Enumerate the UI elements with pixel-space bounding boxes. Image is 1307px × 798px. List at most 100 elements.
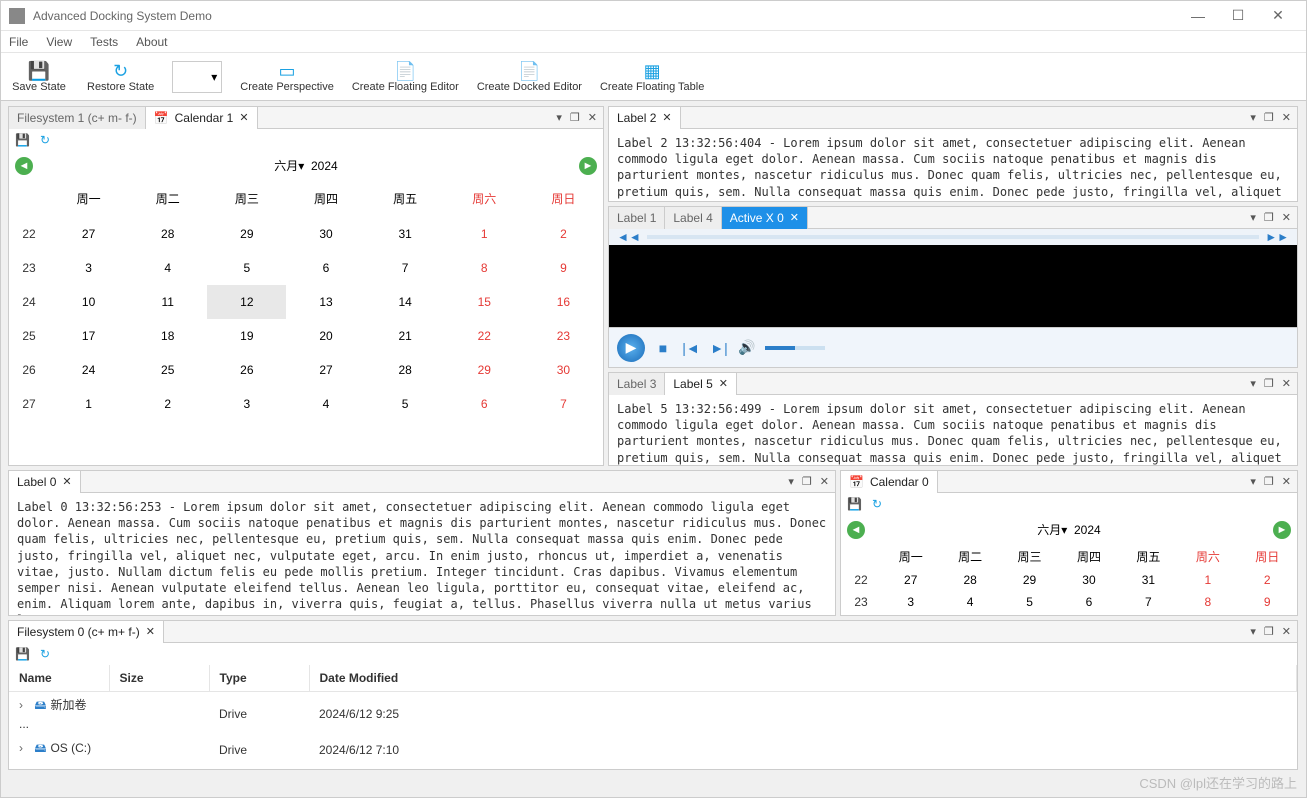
- calendar-day[interactable]: 8: [445, 251, 524, 285]
- calendar-day[interactable]: 7: [366, 251, 445, 285]
- calendar-day[interactable]: 27: [881, 569, 940, 591]
- calendar-day[interactable]: 8: [1178, 591, 1237, 613]
- close-icon[interactable]: ✕: [1282, 111, 1291, 124]
- calendar-day[interactable]: 30: [1059, 569, 1118, 591]
- seek-fwd-icon[interactable]: ►►: [1265, 230, 1289, 244]
- next-button[interactable]: ►|: [709, 338, 729, 358]
- chevron-right-icon[interactable]: ›: [19, 741, 31, 755]
- calendar-day[interactable]: 11: [128, 285, 207, 319]
- menu-tests[interactable]: Tests: [90, 35, 118, 49]
- calendar-day[interactable]: 20: [286, 319, 365, 353]
- create-floating-table-button[interactable]: ▦Create Floating Table: [600, 61, 704, 93]
- close-icon[interactable]: ✕: [790, 211, 799, 224]
- prev-month-button[interactable]: ◄: [15, 157, 33, 175]
- calendar-day[interactable]: 29: [445, 353, 524, 387]
- calendar-day[interactable]: 27: [286, 353, 365, 387]
- calendar-day[interactable]: 3: [207, 387, 286, 421]
- calendar-day[interactable]: 31: [1119, 569, 1178, 591]
- restore-state-button[interactable]: ↻Restore State: [87, 61, 154, 93]
- calendar-day[interactable]: 31: [366, 217, 445, 251]
- play-button[interactable]: ▶: [617, 334, 645, 362]
- calendar-day[interactable]: 6: [286, 251, 365, 285]
- calendar-day[interactable]: 15: [445, 285, 524, 319]
- create-docked-editor-button[interactable]: 📄Create Docked Editor: [477, 61, 582, 93]
- menu-file[interactable]: File: [9, 35, 28, 49]
- save-icon[interactable]: 💾: [847, 497, 862, 511]
- calendar-day[interactable]: 17: [49, 319, 128, 353]
- menu-icon[interactable]: ▾: [788, 475, 794, 488]
- tab-label0[interactable]: Label 0✕: [9, 471, 81, 493]
- calendar-day[interactable]: 30: [524, 353, 603, 387]
- calendar-day[interactable]: 24: [49, 353, 128, 387]
- close-icon[interactable]: ✕: [1282, 211, 1291, 224]
- col-type[interactable]: Type: [209, 665, 309, 692]
- menu-icon[interactable]: ▾: [1250, 377, 1256, 390]
- close-icon[interactable]: ✕: [146, 625, 155, 638]
- tab-label4[interactable]: Label 4: [665, 207, 721, 229]
- menu-view[interactable]: View: [46, 35, 72, 49]
- maximize-button[interactable]: ☐: [1218, 7, 1258, 24]
- calendar-day[interactable]: 5: [1000, 591, 1059, 613]
- create-floating-editor-button[interactable]: 📄Create Floating Editor: [352, 61, 459, 93]
- calendar-day[interactable]: 28: [366, 353, 445, 387]
- calendar-day[interactable]: 5: [366, 387, 445, 421]
- menu-icon[interactable]: ▾: [1250, 211, 1256, 224]
- close-icon[interactable]: ✕: [662, 111, 671, 124]
- save-state-button[interactable]: 💾Save State: [9, 61, 69, 93]
- tab-label5[interactable]: Label 5✕: [665, 373, 737, 395]
- calendar-day[interactable]: 12: [207, 285, 286, 319]
- volume-icon[interactable]: 🔊: [737, 338, 757, 358]
- tab-activex[interactable]: Active X 0✕: [722, 207, 808, 229]
- calendar-day[interactable]: 4: [940, 591, 999, 613]
- menu-about[interactable]: About: [136, 35, 167, 49]
- table-row[interactable]: › 🖴OS (C:)Drive2024/6/12 7:10: [9, 735, 1297, 764]
- tab-label3[interactable]: Label 3: [609, 373, 665, 395]
- calendar-day[interactable]: 1: [1178, 569, 1237, 591]
- year-label[interactable]: 2024: [311, 159, 338, 173]
- undock-icon[interactable]: ❐: [1264, 377, 1274, 390]
- calendar-day[interactable]: 30: [286, 217, 365, 251]
- undock-icon[interactable]: ❐: [1264, 211, 1274, 224]
- history-icon[interactable]: ↻: [872, 497, 882, 511]
- tab-calendar0[interactable]: 📅Calendar 0: [841, 471, 938, 493]
- calendar-day[interactable]: 1: [49, 387, 128, 421]
- save-icon[interactable]: 💾: [15, 647, 30, 661]
- table-row[interactable]: › 🖴新加卷 ...Drive2024/6/12 9:25: [9, 692, 1297, 736]
- close-button[interactable]: ✕: [1258, 7, 1298, 24]
- volume-slider[interactable]: [765, 346, 825, 350]
- seek-bar[interactable]: ◄◄ ►►: [609, 229, 1297, 245]
- calendar-day[interactable]: 23: [524, 319, 603, 353]
- calendar-day[interactable]: 6: [1059, 591, 1118, 613]
- undock-icon[interactable]: ❐: [802, 475, 812, 488]
- history-icon[interactable]: ↻: [40, 647, 50, 661]
- calendar-day[interactable]: 29: [1000, 569, 1059, 591]
- calendar-day[interactable]: 14: [366, 285, 445, 319]
- seek-back-icon[interactable]: ◄◄: [617, 230, 641, 244]
- close-icon[interactable]: ✕: [820, 475, 829, 488]
- calendar-day[interactable]: 3: [49, 251, 128, 285]
- calendar-day[interactable]: 13: [286, 285, 365, 319]
- calendar-day[interactable]: 4: [286, 387, 365, 421]
- history-icon[interactable]: ↻: [40, 133, 50, 147]
- calendar-day[interactable]: 27: [49, 217, 128, 251]
- calendar-day[interactable]: 9: [1238, 591, 1297, 613]
- calendar-day[interactable]: 25: [128, 353, 207, 387]
- next-month-button[interactable]: ►: [579, 157, 597, 175]
- calendar-day[interactable]: 28: [128, 217, 207, 251]
- calendar-day[interactable]: 9: [524, 251, 603, 285]
- calendar-day[interactable]: 2: [128, 387, 207, 421]
- calendar-day[interactable]: 26: [207, 353, 286, 387]
- calendar-day[interactable]: 2: [1238, 569, 1297, 591]
- next-month-button[interactable]: ►: [1273, 521, 1291, 539]
- calendar-day[interactable]: 1: [445, 217, 524, 251]
- menu-icon[interactable]: ▾: [556, 111, 562, 124]
- calendar-day[interactable]: 3: [881, 591, 940, 613]
- undock-icon[interactable]: ❐: [570, 111, 580, 124]
- close-icon[interactable]: ✕: [719, 377, 728, 390]
- menu-icon[interactable]: ▾: [1250, 625, 1256, 638]
- menu-icon[interactable]: ▾: [1250, 475, 1256, 488]
- calendar-day[interactable]: 19: [207, 319, 286, 353]
- undock-icon[interactable]: ❐: [1264, 475, 1274, 488]
- chevron-right-icon[interactable]: ›: [19, 698, 31, 712]
- calendar-day[interactable]: 4: [128, 251, 207, 285]
